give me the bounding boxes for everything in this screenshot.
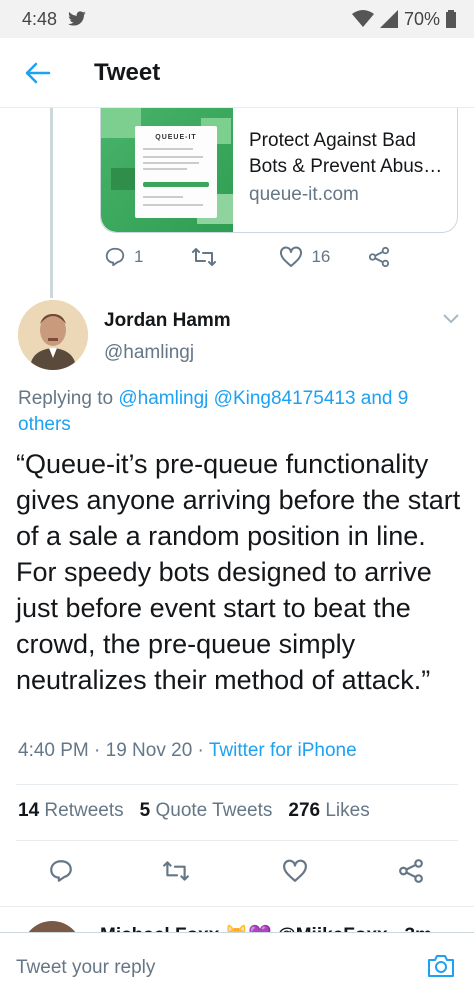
chevron-down-icon xyxy=(443,314,459,324)
author-handle[interactable]: @hamlingj xyxy=(104,342,194,364)
share-button[interactable] xyxy=(368,246,390,268)
camera-button[interactable] xyxy=(426,953,456,984)
link-preview-card[interactable]: QUEUE-IT Protect Against Bad Bots & Prev… xyxy=(100,108,458,233)
queue-it-logo: QUEUE-IT xyxy=(155,134,197,141)
reply-button[interactable] xyxy=(48,858,74,884)
status-bar: 4:48 70% xyxy=(0,0,474,38)
arrow-left-icon xyxy=(25,62,51,83)
avatar[interactable] xyxy=(18,300,88,370)
link-preview-thumbnail: QUEUE-IT xyxy=(101,108,233,232)
reply-input[interactable]: Tweet your reply xyxy=(16,957,155,979)
page-title: Tweet xyxy=(94,58,161,86)
share-icon xyxy=(399,859,423,883)
camera-icon xyxy=(428,955,454,977)
parent-tweet-actions: 1 16 xyxy=(104,246,390,268)
avatar-photo xyxy=(18,300,88,370)
signal-icon xyxy=(379,10,398,28)
replying-to: Replying to @hamlingj @King84175413 and … xyxy=(18,386,458,438)
reply-count: 1 xyxy=(134,247,144,266)
like-button[interactable]: 16 xyxy=(279,246,330,268)
retweet-button[interactable] xyxy=(191,246,217,268)
retweet-icon xyxy=(163,861,189,881)
tweet-time-date: 4:40 PM · 19 Nov 20 · xyxy=(18,740,209,761)
twitter-bird-icon xyxy=(68,11,86,26)
share-button[interactable] xyxy=(398,858,424,884)
reply-composer[interactable]: Tweet your reply xyxy=(0,932,474,1000)
reply-icon xyxy=(105,247,125,267)
thumbnail-panel: QUEUE-IT xyxy=(135,126,217,218)
tweet-text: “Queue-it’s pre-queue functionality give… xyxy=(16,449,461,695)
reply-button[interactable]: 1 xyxy=(104,246,143,268)
tweet-source[interactable]: Twitter for iPhone xyxy=(209,740,357,761)
back-button[interactable] xyxy=(8,38,68,108)
link-preview-domain: queue-it.com xyxy=(249,184,359,205)
battery-percent: 70% xyxy=(403,8,440,29)
retweet-button[interactable] xyxy=(162,859,190,883)
heart-icon xyxy=(283,859,307,882)
link-preview-info: Protect Against Bad Bots & Prevent Abus…… xyxy=(233,108,457,232)
divider xyxy=(16,784,458,785)
battery-icon xyxy=(446,10,456,28)
retweets-stat[interactable]: 14 Retweets xyxy=(18,800,124,822)
reply-icon xyxy=(50,860,72,882)
retweet-icon xyxy=(192,248,217,266)
likes-stat[interactable]: 276 Likes xyxy=(288,800,369,822)
top-app-bar: Tweet xyxy=(0,38,474,108)
replying-prefix: Replying to xyxy=(18,388,119,409)
tweet-stats: 14 Retweets 5 Quote Tweets 276 Likes xyxy=(18,800,370,822)
tweet-actions xyxy=(48,858,424,884)
like-count: 16 xyxy=(311,247,331,266)
tweet-menu-button[interactable] xyxy=(442,312,460,330)
heart-icon xyxy=(280,246,303,267)
thread-connector xyxy=(50,108,53,298)
wifi-icon xyxy=(351,10,374,27)
author-name[interactable]: Jordan Hamm xyxy=(104,310,231,332)
divider xyxy=(16,840,458,841)
like-button[interactable] xyxy=(282,859,308,883)
link-preview-title: Protect Against Bad Bots & Prevent Abus… xyxy=(249,130,443,177)
tweet-meta: 4:40 PM · 19 Nov 20 · Twitter for iPhone xyxy=(18,740,357,762)
share-icon xyxy=(369,246,390,268)
quote-tweets-stat[interactable]: 5 Quote Tweets xyxy=(140,800,273,822)
status-time: 4:48 xyxy=(22,8,58,29)
